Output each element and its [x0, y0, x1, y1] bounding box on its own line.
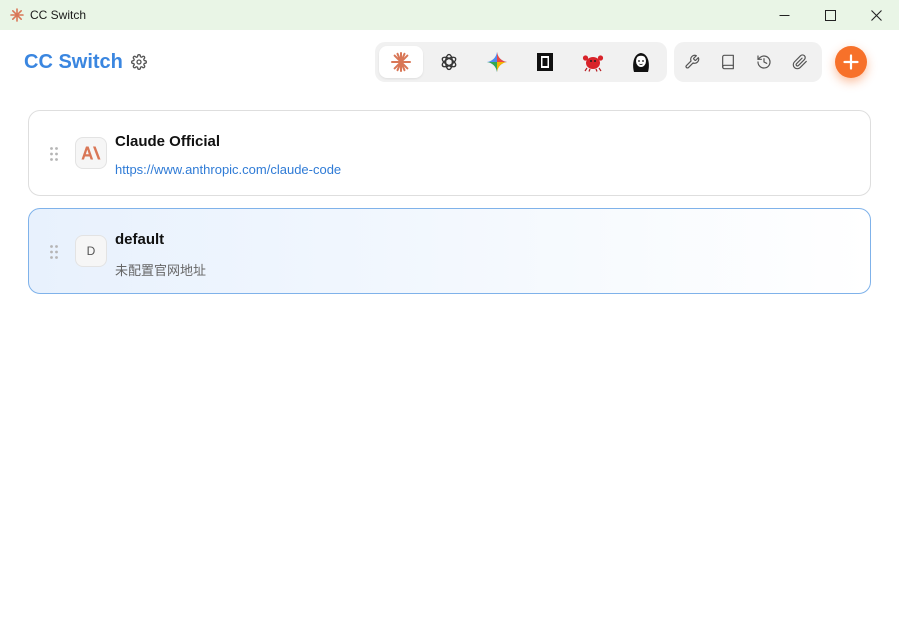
gemini-icon	[487, 52, 507, 72]
attachment-icon	[792, 54, 807, 70]
app-tab-gemini[interactable]	[475, 46, 519, 78]
history-button[interactable]	[750, 48, 778, 76]
anthropic-logo-icon	[75, 137, 107, 169]
app-tab-avatar[interactable]	[619, 46, 663, 78]
provider-url-link[interactable]: https://www.anthropic.com/claude-code	[115, 162, 341, 177]
title-bar: CC Switch	[0, 0, 899, 30]
app-tab-opencode[interactable]	[523, 46, 567, 78]
brand-title[interactable]: CC Switch	[24, 51, 123, 74]
openai-icon	[441, 53, 457, 71]
app-tab-codex[interactable]	[427, 46, 471, 78]
app-switcher	[375, 42, 667, 82]
provider-card[interactable]: Claude Official https://www.anthropic.co…	[28, 110, 871, 196]
crab-icon	[582, 55, 604, 72]
gear-icon	[131, 54, 147, 70]
close-button[interactable]	[853, 0, 899, 30]
add-provider-button[interactable]	[835, 46, 867, 78]
close-icon	[870, 9, 882, 21]
window-title: CC Switch	[30, 8, 87, 22]
opencode-icon	[537, 53, 553, 71]
drag-handle-icon[interactable]	[49, 146, 59, 162]
tools-button[interactable]	[678, 48, 706, 76]
attachment-button[interactable]	[786, 48, 814, 76]
app-logo-icon	[10, 8, 24, 22]
provider-url-status: 未配置官网地址	[115, 263, 207, 278]
maximize-icon	[824, 9, 836, 21]
girl-avatar-icon	[633, 53, 649, 72]
minimize-icon	[779, 14, 789, 16]
claude-icon	[391, 52, 411, 72]
history-icon	[757, 55, 771, 69]
drag-handle-icon[interactable]	[49, 244, 59, 260]
provider-name: Claude Official	[115, 133, 221, 150]
settings-button[interactable]	[129, 52, 149, 72]
app-tab-claude[interactable]	[379, 46, 423, 78]
app-tab-crab[interactable]	[571, 46, 615, 78]
wrench-icon	[685, 54, 700, 69]
maximize-button[interactable]	[807, 0, 853, 30]
plus-icon	[843, 54, 859, 70]
minimize-button[interactable]	[761, 0, 807, 30]
docs-button[interactable]	[714, 48, 742, 76]
provider-name: default	[115, 231, 165, 248]
provider-avatar: D	[75, 235, 107, 267]
provider-card-active[interactable]: D default 未配置官网地址	[28, 208, 871, 294]
toolbar	[674, 42, 822, 82]
book-icon	[722, 54, 734, 70]
